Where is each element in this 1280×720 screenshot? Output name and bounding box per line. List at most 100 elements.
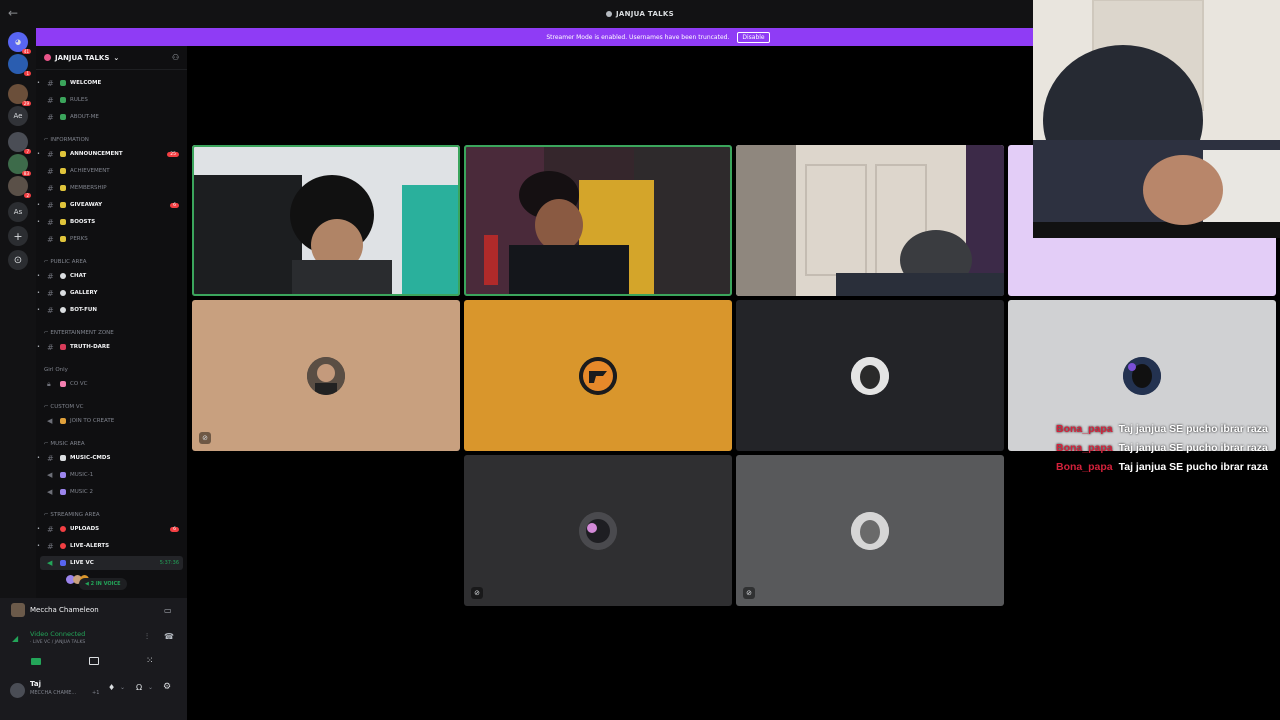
disable-streamer-button[interactable]: Disable — [737, 31, 770, 43]
hash-icon: # — [47, 524, 54, 534]
guild-badge: 1 — [24, 71, 31, 76]
channel-live-vc[interactable]: ◀︎ LIVE VC 5:37:36 — [40, 556, 183, 570]
guild-item[interactable]: 2 — [8, 176, 31, 198]
channel-achievement[interactable]: # ACHIEVEMENT — [36, 164, 187, 178]
guild-home[interactable]: ◕ 41 — [8, 32, 31, 54]
guild-badge: 2 — [24, 193, 31, 198]
add-server-button[interactable]: + — [8, 226, 28, 246]
voice-connection-row: ◢ Video Connected · LIVE VC / JANJUA TAL… — [0, 628, 187, 648]
channel-bot-fun[interactable]: • # BOT-FUN — [36, 303, 187, 317]
channel-truth-dare[interactable]: • # TRUTH-DARE — [36, 340, 187, 354]
screen-share-icon[interactable]: ▭ — [164, 606, 172, 615]
avatar[interactable] — [10, 682, 25, 698]
chat-text: Taj janjua SE pucho ibrar raza — [1118, 442, 1268, 454]
channel-emoji-icon — [60, 236, 66, 242]
chevron-down-icon[interactable]: ⌄ — [148, 684, 153, 691]
video-tile-audio-1[interactable]: ⊘ — [192, 300, 460, 451]
channel-boosts[interactable]: • # BOOSTS — [36, 215, 187, 229]
server-icon — [606, 11, 612, 17]
video-connected-label[interactable]: Video Connected — [30, 630, 85, 638]
channel-gallery[interactable]: • # GALLERY — [36, 286, 187, 300]
guild-item[interactable]: Ae — [8, 106, 28, 126]
unread-dot-icon: • — [37, 344, 40, 350]
channel-name: GIVEAWAY — [70, 202, 103, 208]
category-girl-only[interactable]: Girl Only — [44, 364, 184, 376]
channel-name: MUSIC-CMDS — [70, 455, 111, 461]
back-arrow-icon[interactable]: ← — [8, 6, 18, 20]
channel-name: GALLERY — [70, 290, 98, 296]
username: Taj — [30, 680, 41, 688]
video-tile-audio-3[interactable] — [736, 300, 1004, 451]
channel-name: ABOUT-ME — [70, 114, 99, 120]
person-add-icon[interactable]: ⚇ — [172, 54, 181, 63]
user-status: MECCHA CHAME... — [30, 690, 77, 696]
channel-name: ACHIEVEMENT — [70, 168, 110, 174]
channel-chat[interactable]: • # CHAT — [36, 269, 187, 283]
window-title: JANJUA TALKS — [606, 10, 674, 18]
activities-icon[interactable]: ⁙ — [146, 656, 154, 666]
in-voice-pill[interactable]: ◀︎ 2 IN VOICE — [79, 578, 127, 590]
channel-emoji-icon — [60, 185, 66, 191]
channel-music-2[interactable]: ◀︎ MUSIC 2 — [36, 485, 187, 499]
category-entertainment-zone[interactable]: ⌐ ENTERTAINMENT ZONE — [44, 327, 184, 339]
channel-uploads[interactable]: • # UPLOADS 6 — [36, 522, 187, 536]
screen-share-button-icon[interactable] — [89, 657, 99, 665]
disconnect-icon[interactable]: ☎ — [164, 632, 174, 641]
video-tile-camera-3[interactable] — [736, 145, 1004, 296]
guild-item[interactable]: 1 — [8, 54, 31, 76]
video-tile-camera-2[interactable] — [464, 145, 732, 296]
channel-giveaway[interactable]: • # GIVEAWAY 6 — [36, 198, 187, 212]
channel-announcement[interactable]: • # ANNOUNCEMENT 25 — [36, 147, 187, 161]
guild-item[interactable]: As — [8, 202, 28, 222]
channel-emoji-icon — [60, 344, 66, 350]
channel-about-me[interactable]: # ABOUT-ME — [36, 110, 187, 124]
category-custom-vc[interactable]: ⌐ CUSTOM VC — [44, 401, 184, 413]
video-tile-audio-2[interactable] — [464, 300, 732, 451]
channel-perks[interactable]: # PERKS — [36, 232, 187, 246]
headphones-icon[interactable]: Ω — [136, 683, 142, 692]
sound-wave-icon[interactable]: ⫶ — [146, 632, 148, 642]
channel-sidebar: JANJUA TALKS ⌄ ⚇ • # WELCOME # RULES # A… — [36, 46, 187, 598]
camera-feed-image — [736, 145, 1004, 296]
category-streaming-area[interactable]: ⌐ STREAMING AREA — [44, 509, 184, 521]
chat-message: Bona_papa Taj janjua SE pucho ibrar raza — [1056, 458, 1280, 476]
channel-emoji-icon — [60, 202, 66, 208]
explore-button[interactable]: ⊙ — [8, 250, 28, 270]
video-tile-camera-1[interactable] — [192, 145, 460, 296]
chevron-down-icon[interactable]: ⌄ — [120, 684, 125, 691]
category-public-area[interactable]: ⌐ PUBLIC AREA — [44, 256, 184, 268]
gear-icon[interactable]: ⚙ — [163, 682, 171, 692]
compass-icon: ⊙ — [13, 254, 23, 266]
guild-item[interactable]: 7 — [8, 132, 31, 154]
category-music-area[interactable]: ⌐ MUSIC AREA — [44, 438, 184, 450]
channel-music-cmds[interactable]: • # MUSIC-CMDS — [36, 451, 187, 465]
category-information[interactable]: ⌐ INFORMATION — [44, 134, 184, 146]
channel-live-alerts[interactable]: • # LIVE-ALERTS — [36, 539, 187, 553]
server-header[interactable]: JANJUA TALKS ⌄ ⚇ — [36, 46, 187, 70]
hash-icon: # — [47, 234, 54, 244]
channel-membership[interactable]: # MEMBERSHIP — [36, 181, 187, 195]
channel-welcome[interactable]: • # WELCOME — [36, 76, 187, 90]
activity-name: Meccha Chameleon — [30, 606, 99, 614]
channel-co-vc[interactable]: 🔒︎ CO VC — [36, 377, 187, 391]
hash-icon: # — [47, 200, 54, 210]
guild-item[interactable]: 29 — [8, 84, 31, 106]
video-tile-audio-5[interactable]: ⊘ — [464, 455, 732, 606]
channel-rules[interactable]: # RULES — [36, 93, 187, 107]
streamer-webcam-overlay — [1033, 0, 1280, 238]
unread-dot-icon: • — [37, 543, 40, 549]
channel-music-1[interactable]: ◀︎ MUSIC-1 — [36, 468, 187, 482]
guild-item[interactable]: 83 — [8, 154, 31, 176]
lock-icon: 🔒︎ — [47, 379, 51, 388]
microphone-icon[interactable]: ♦ — [108, 683, 115, 692]
channel-join-to-create[interactable]: ◀︎ JOIN TO CREATE — [36, 414, 187, 428]
avatar — [851, 356, 889, 395]
hash-icon: # — [47, 342, 54, 352]
activity-row[interactable]: Meccha Chameleon ▭ — [0, 602, 187, 618]
hash-icon: # — [47, 149, 54, 159]
channel-name: ANNOUNCEMENT — [70, 151, 123, 157]
unread-dot-icon: • — [37, 526, 40, 532]
video-tile-audio-6[interactable]: ⊘ — [736, 455, 1004, 606]
chat-text: Taj janjua SE pucho ibrar raza — [1118, 423, 1268, 435]
camera-icon[interactable] — [31, 657, 41, 665]
